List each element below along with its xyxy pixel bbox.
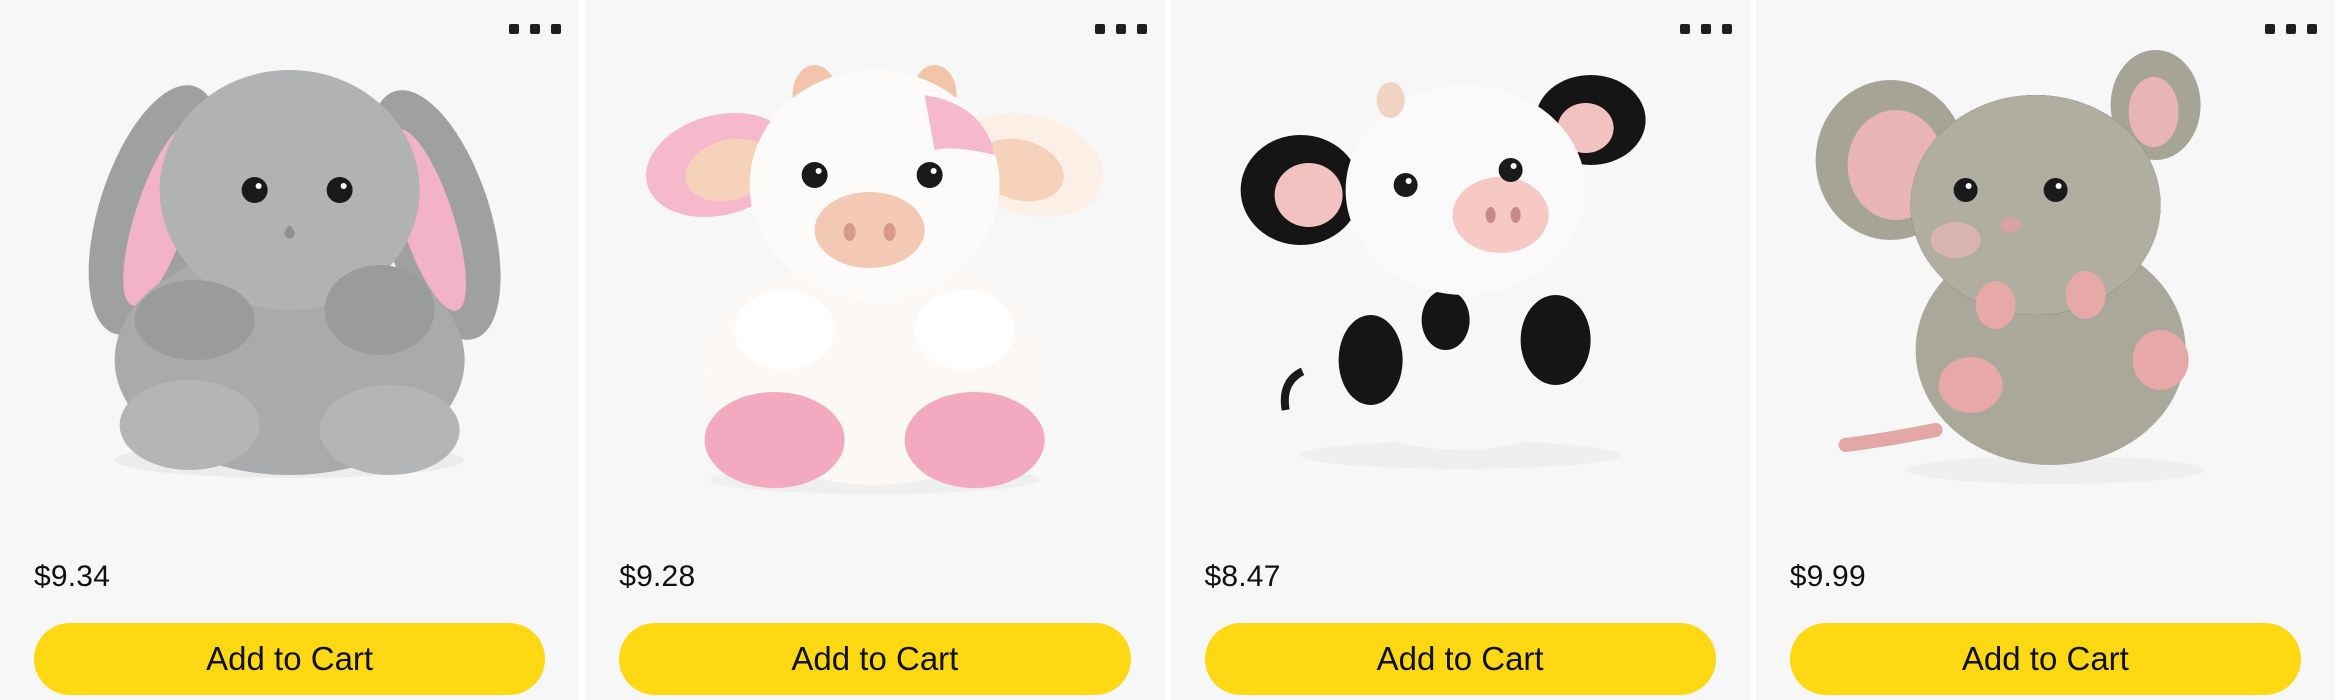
gray-bunny-plush-image[interactable] bbox=[30, 40, 549, 510]
black-white-cow-plush-image[interactable] bbox=[1201, 40, 1720, 510]
pink-cow-plush-image[interactable] bbox=[615, 40, 1134, 510]
gray-mouse-plush-illustration bbox=[1815, 50, 2206, 484]
add-to-cart-button[interactable]: Add to Cart bbox=[1204, 623, 1716, 695]
more-options-icon[interactable] bbox=[509, 20, 562, 38]
product-card[interactable]: $9.28 Add to Cart bbox=[585, 0, 1165, 700]
more-options-icon[interactable] bbox=[1094, 20, 1147, 38]
product-card[interactable]: $9.99 Add to Cart bbox=[1755, 0, 2335, 700]
add-to-cart-button[interactable]: Add to Cart bbox=[1789, 623, 2301, 695]
product-card[interactable]: $9.34 Add to Cart bbox=[0, 0, 580, 700]
pink-cow-plush-illustration bbox=[646, 65, 1104, 494]
more-options-icon[interactable] bbox=[1679, 20, 1732, 38]
product-card[interactable]: $8.47 Add to Cart bbox=[1170, 0, 1750, 700]
gray-bunny-plush-illustration bbox=[88, 70, 501, 478]
price-label: $8.47 bbox=[1204, 560, 1281, 593]
gray-mouse-plush-image[interactable] bbox=[1786, 40, 2305, 510]
more-options-icon[interactable] bbox=[2265, 20, 2317, 38]
price-label: $9.99 bbox=[1789, 560, 1866, 593]
price-label: $9.28 bbox=[619, 560, 696, 593]
product-grid: $9.34 Add to Cart $9.28 Add to Cart $8.4… bbox=[0, 0, 2335, 700]
add-to-cart-button[interactable]: Add to Cart bbox=[34, 623, 546, 695]
black-white-cow-plush-illustration bbox=[1240, 75, 1646, 469]
add-to-cart-button[interactable]: Add to Cart bbox=[619, 623, 1131, 695]
price-label: $9.34 bbox=[34, 560, 111, 593]
